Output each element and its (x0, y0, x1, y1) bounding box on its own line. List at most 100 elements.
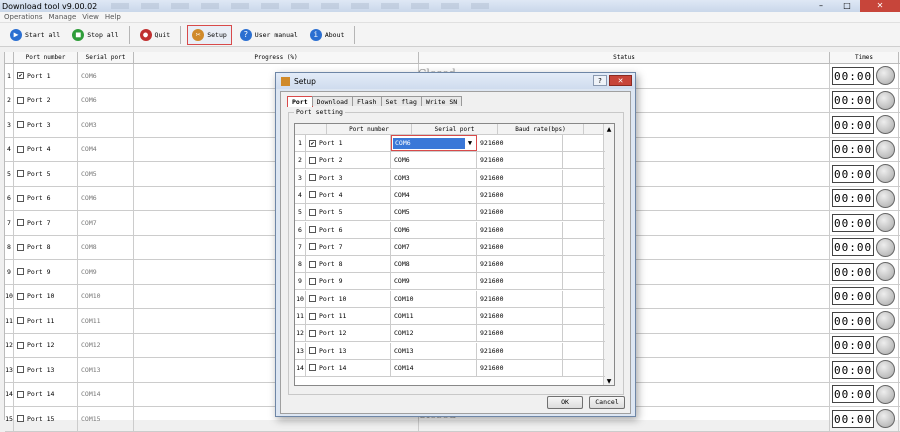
port-checkbox[interactable] (309, 312, 316, 320)
serial-port-cell[interactable]: COM8 (391, 256, 477, 273)
port-cell: Port 8 (14, 235, 78, 259)
cancel-button[interactable]: Cancel (589, 396, 625, 409)
dialog-close-button[interactable]: ✕ (609, 75, 632, 86)
tab-write-sn[interactable]: Write SN (420, 96, 463, 106)
baud-rate-cell[interactable]: 921600 (477, 342, 563, 359)
baud-rate-cell[interactable]: 921600 (477, 273, 563, 290)
port-checkbox[interactable]: ✔ (309, 139, 316, 147)
port-checkbox[interactable] (17, 415, 24, 423)
port-cell: Port 9 (306, 273, 391, 290)
tab-flash[interactable]: Flash (351, 96, 382, 106)
port-checkbox[interactable] (309, 191, 316, 199)
maximize-button[interactable]: □ (834, 0, 860, 12)
port-checkbox[interactable] (17, 170, 24, 178)
serial-port-cell: COM3 (78, 113, 134, 137)
port-checkbox[interactable] (309, 347, 316, 355)
serial-port-cell[interactable]: COM11 (391, 308, 477, 324)
serial-port-cell[interactable]: COM5 (391, 204, 477, 221)
baud-rate-cell[interactable]: 921600 (477, 325, 563, 342)
port-checkbox[interactable]: ✔ (17, 72, 24, 80)
port-checkbox[interactable] (309, 243, 316, 251)
port-checkbox[interactable] (17, 243, 24, 251)
ok-button[interactable]: OK (547, 396, 583, 409)
setup-icon: ✂ (192, 28, 205, 41)
port-checkbox[interactable] (17, 121, 24, 129)
port-checkbox[interactable] (309, 226, 316, 233)
tab-download[interactable]: Download (311, 96, 353, 106)
col-serial-port: Serial port (78, 52, 134, 63)
port-checkbox[interactable] (17, 366, 24, 374)
serial-port-cell[interactable]: COM4 (391, 186, 477, 203)
status-led-icon (876, 335, 896, 355)
port-checkbox[interactable] (309, 364, 316, 372)
timer-display: 00:00 (832, 164, 875, 183)
port-label: Port 9 (27, 267, 51, 276)
port-checkbox[interactable] (309, 295, 316, 303)
port-checkbox[interactable] (309, 208, 316, 216)
serial-port-cell[interactable]: COM3 (391, 169, 477, 186)
tab-port[interactable]: Port (287, 96, 313, 107)
baud-rate-cell[interactable]: 921600 (477, 221, 563, 238)
chevron-down-icon[interactable]: ▼ (465, 139, 475, 147)
port-checkbox[interactable] (309, 156, 316, 164)
scroll-up-icon[interactable]: ▲ (604, 124, 614, 135)
stop-all-button[interactable]: ■ Stop all (68, 25, 122, 45)
baud-rate-cell[interactable]: 921600 (477, 256, 563, 273)
serial-port-cell[interactable]: COM14 (391, 359, 477, 376)
menu-help[interactable]: Help (105, 12, 121, 22)
serial-port-cell[interactable]: COM6 (391, 152, 477, 169)
about-button[interactable]: i About (306, 25, 349, 45)
table-row: 11 Port 11 COM11 921600 (295, 308, 605, 325)
baud-rate-cell[interactable]: 921600 (477, 152, 563, 169)
port-checkbox[interactable] (309, 174, 316, 182)
serial-port-cell[interactable]: COM12 (391, 325, 477, 342)
quit-button[interactable]: ● Quit (136, 25, 175, 45)
serial-port-cell[interactable]: COM13 (391, 342, 477, 359)
port-cell: Port 11 (306, 308, 391, 324)
serial-port-cell[interactable]: COM6 (391, 221, 477, 238)
scroll-down-icon[interactable]: ▼ (604, 376, 614, 385)
port-checkbox[interactable] (309, 260, 316, 268)
serial-port-cell[interactable]: COM9 (391, 273, 477, 290)
minimize-button[interactable]: – (808, 0, 834, 12)
port-label: Port 7 (27, 218, 51, 227)
port-checkbox[interactable] (309, 277, 316, 285)
port-checkbox[interactable] (17, 145, 24, 153)
baud-rate-cell[interactable]: 921600 (477, 186, 563, 203)
menu-manage[interactable]: Manage (48, 12, 76, 22)
port-checkbox[interactable] (17, 268, 24, 276)
menu-operations[interactable]: Operations (4, 12, 42, 22)
port-label: Port 8 (319, 260, 343, 269)
close-window-button[interactable]: ✕ (860, 0, 900, 12)
baud-rate-cell[interactable]: 921600 (477, 135, 563, 151)
dialog-help-button[interactable]: ? (593, 75, 607, 86)
port-checkbox[interactable] (17, 219, 24, 227)
port-checkbox[interactable] (17, 390, 24, 398)
serial-port-cell[interactable]: COM10 (391, 290, 477, 307)
baud-rate-cell[interactable]: 921600 (477, 169, 563, 186)
port-checkbox[interactable] (17, 341, 24, 349)
menu-view[interactable]: View (82, 12, 99, 22)
port-checkbox[interactable] (17, 292, 24, 300)
serial-port-dropdown[interactable]: COM6 ▼ (391, 135, 477, 151)
baud-rate-cell[interactable]: 921600 (477, 204, 563, 221)
port-checkbox[interactable] (17, 317, 24, 325)
row-number: 9 (5, 260, 14, 284)
port-checkbox[interactable] (17, 96, 24, 104)
user-manual-button[interactable]: ? User manual (236, 25, 302, 45)
baud-rate-cell[interactable]: 921600 (477, 238, 563, 255)
setup-button[interactable]: ✂ Setup (187, 24, 232, 45)
times-cell: 00:00 (830, 260, 899, 284)
dropdown-value: COM6 (393, 137, 465, 149)
tab-set-flag[interactable]: Set flag (380, 96, 422, 106)
times-cell: 00:00 (830, 186, 899, 210)
port-checkbox[interactable] (309, 329, 316, 337)
port-checkbox[interactable] (17, 194, 24, 202)
baud-rate-cell[interactable]: 921600 (477, 290, 563, 307)
serial-port-cell[interactable]: COM7 (391, 238, 477, 255)
start-all-button[interactable]: ▶ Start all (6, 25, 64, 45)
baud-rate-cell[interactable]: 921600 (477, 308, 563, 324)
toolbar-separator (354, 25, 356, 44)
baud-rate-cell[interactable]: 921600 (477, 359, 563, 376)
port-label: Port 7 (319, 242, 343, 251)
